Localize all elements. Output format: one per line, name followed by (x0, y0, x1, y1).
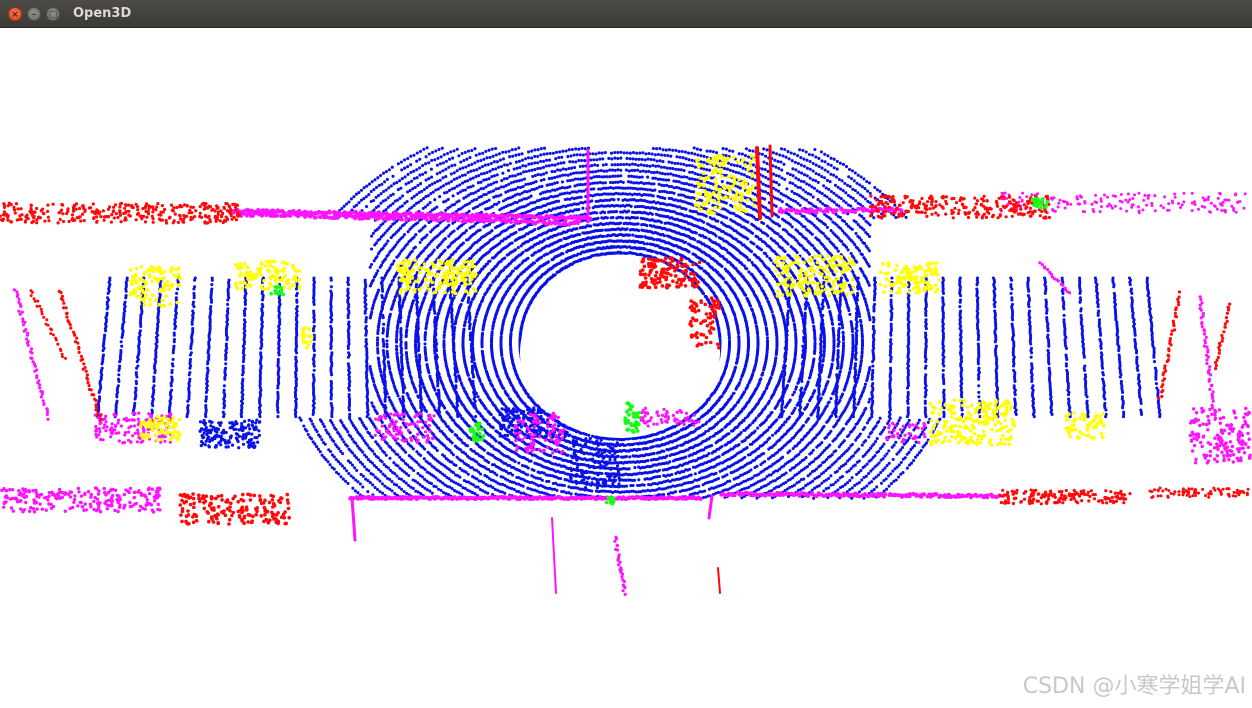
point-cloud-canvas[interactable] (0, 28, 1252, 708)
minimize-icon[interactable]: – (27, 7, 41, 21)
window-titlebar[interactable]: × – □ Open3D (0, 0, 1252, 28)
close-icon[interactable]: × (8, 7, 22, 21)
open3d-window: × – □ Open3D CSDN @小寒学姐学AI (0, 0, 1252, 708)
maximize-icon[interactable]: □ (46, 7, 60, 21)
sensor-blind-zone (520, 268, 720, 438)
point-cloud-viewport[interactable]: CSDN @小寒学姐学AI (0, 28, 1252, 708)
watermark-text: CSDN @小寒学姐学AI (1022, 674, 1246, 699)
window-title: Open3D (73, 6, 132, 21)
